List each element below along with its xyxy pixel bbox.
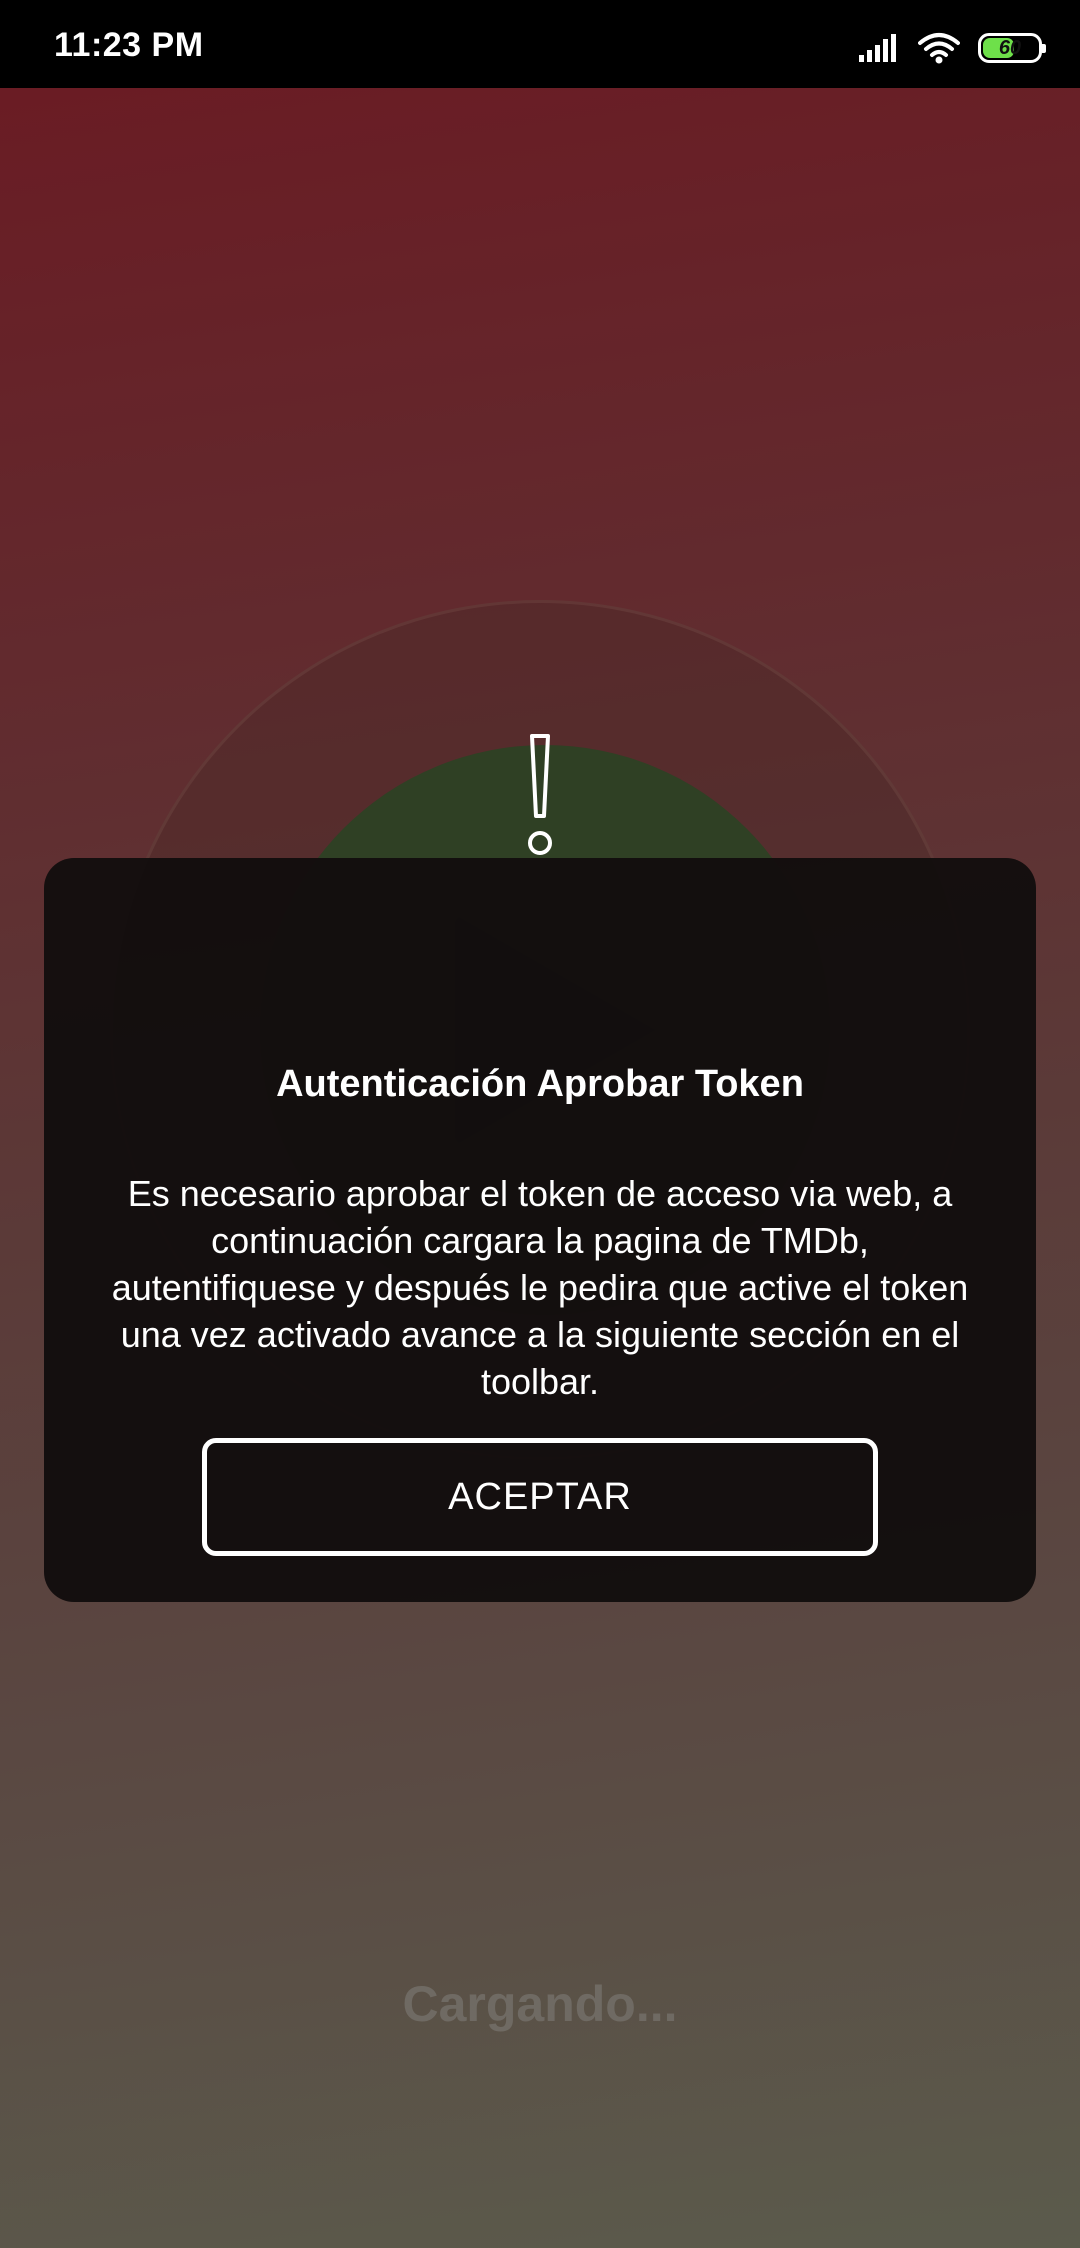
- battery-icon: 60: [978, 33, 1046, 63]
- battery-level: 60: [998, 36, 1022, 59]
- exclamation-icon: [528, 734, 552, 855]
- dialog-title: Autenticación Aprobar Token: [276, 1063, 804, 1105]
- loading-text: Cargando...: [402, 1976, 678, 2032]
- status-time: 11:23 PM: [54, 26, 204, 64]
- screen: 11:23 PM 60 Cargando... Autenticación Ap…: [0, 0, 1080, 2248]
- auth-dialog: Autenticación Aprobar Token Es necesario…: [44, 858, 1036, 1602]
- status-icons: 60: [858, 28, 1046, 68]
- status-bar: 11:23 PM 60: [0, 0, 1080, 88]
- signal-icon: [859, 34, 896, 62]
- wifi-icon: [918, 33, 960, 64]
- dialog-message: Es necesario aprobar el token de acceso …: [111, 1173, 969, 1402]
- accept-button[interactable]: ACEPTAR: [202, 1438, 878, 1556]
